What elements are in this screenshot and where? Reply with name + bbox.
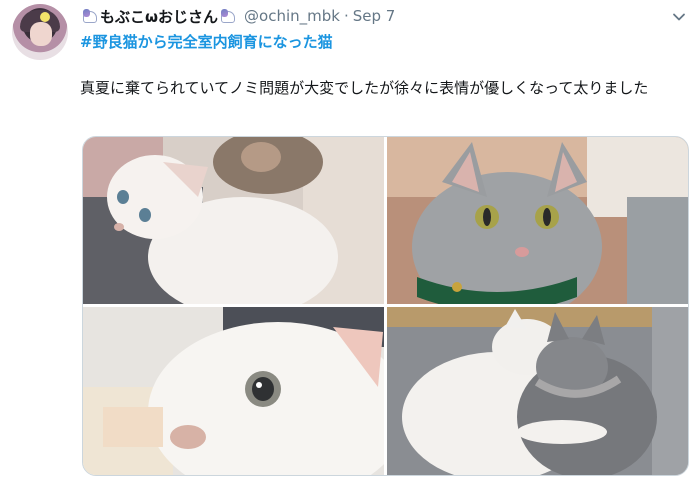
avatar-flower [40,12,50,22]
photo-3[interactable] [83,307,384,475]
user-handle[interactable]: @ochin_mbk [244,7,340,25]
avatar[interactable] [12,4,68,60]
unicorn-icon [80,8,98,24]
media-grid [82,136,689,476]
tweet-header: もぶこωおじさん @ochin_mbk · Sep 7 [80,4,395,28]
photo-2[interactable] [387,137,688,304]
separator-dot: · [343,7,349,25]
photo-4[interactable] [387,307,688,475]
tweet-text: 真夏に棄てられていてノミ問題が大変でしたが徐々に表情が優しくなって太りました [80,79,649,97]
tweet-date[interactable]: Sep 7 [353,7,396,25]
hashtag-link[interactable]: #野良猫から完全室内飼育になった猫 [80,31,333,52]
chevron-down-icon[interactable] [670,8,688,26]
unicorn-icon [218,8,236,24]
display-name[interactable]: もぶこωおじさん [100,6,218,27]
avatar-face [30,22,52,46]
tweet[interactable]: もぶこωおじさん @ochin_mbk · Sep 7 #野良猫から完全室内飼育… [0,0,700,493]
photo-1[interactable] [83,137,384,304]
